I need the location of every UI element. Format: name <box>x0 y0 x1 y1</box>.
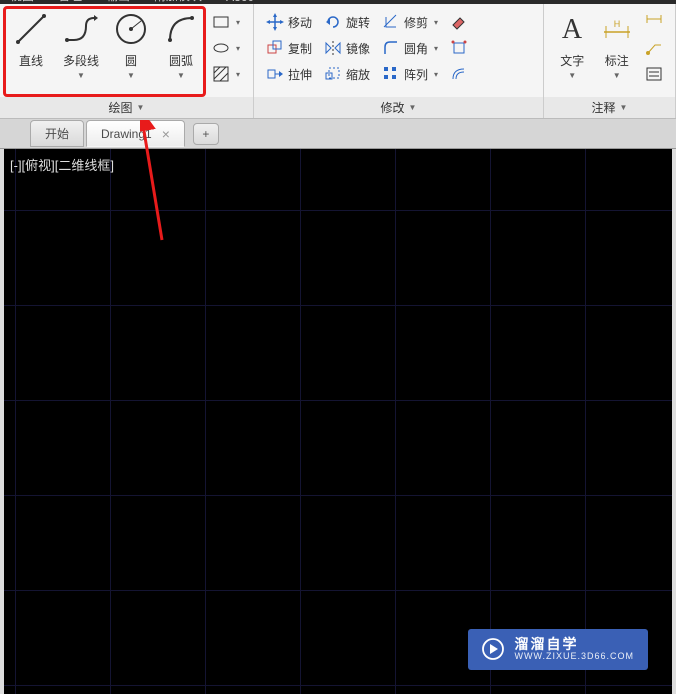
offset-icon <box>450 65 468 83</box>
watermark-title: 溜溜自学 <box>514 637 634 652</box>
chevron-down-icon: ▼ <box>137 103 145 112</box>
mtext-icon <box>645 65 663 83</box>
array-button[interactable]: 阵列 ▾ <box>378 62 442 86</box>
hatch-icon <box>212 65 230 83</box>
ellipse-icon <box>212 39 230 57</box>
polyline-label: 多段线 <box>63 52 99 69</box>
svg-text:H: H <box>614 19 621 29</box>
mirror-button[interactable]: 镜像 <box>320 36 374 60</box>
tab-start[interactable]: 开始 <box>30 120 84 147</box>
play-icon <box>482 638 504 660</box>
rotate-button[interactable]: 旋转 <box>320 10 374 34</box>
line-label: 直线 <box>19 52 43 69</box>
copy-button[interactable]: 复制 <box>262 36 316 60</box>
circle-label: 圆 <box>125 52 137 69</box>
rectangle-icon <box>212 13 230 31</box>
draw-panel: 直线 多段线 ▼ 圆 ▼ 圆弧 ▼ <box>0 4 254 118</box>
arc-label: 圆弧 <box>169 52 193 69</box>
mirror-icon <box>324 39 342 57</box>
drawing-canvas[interactable]: [-][俯视][二维线框] 溜溜自学 WWW.ZIXUE.3D66.COM <box>0 149 676 694</box>
draw-panel-title[interactable]: 绘图 ▼ <box>0 97 253 118</box>
annotate-panel-title[interactable]: 注释 ▼ <box>544 97 675 118</box>
dimension-button[interactable]: H 标注 ▼ <box>595 8 640 93</box>
stretch-icon <box>266 65 284 83</box>
viewport-label[interactable]: [-][俯视][二维线框] <box>10 155 114 174</box>
text-label: 文字 <box>560 52 584 69</box>
erase-button[interactable] <box>446 10 472 34</box>
modify-panel: 移动 复制 拉伸 <box>254 4 544 118</box>
scale-icon <box>324 65 342 83</box>
dimension-label: 标注 <box>605 52 629 69</box>
move-icon <box>266 13 284 31</box>
offset-button[interactable] <box>446 62 472 86</box>
modify-panel-title[interactable]: 修改 ▼ <box>254 97 543 118</box>
chevron-down-icon: ▼ <box>568 71 576 80</box>
chevron-down-icon: ▼ <box>613 71 621 80</box>
circle-button[interactable]: 圆 ▼ <box>106 8 156 93</box>
text-button[interactable]: A 文字 ▼ <box>550 8 595 93</box>
chevron-down-icon: ▼ <box>177 71 185 80</box>
ellipse-button[interactable]: ▾ <box>208 36 244 60</box>
ribbon: 直线 多段线 ▼ 圆 ▼ 圆弧 ▼ <box>0 4 676 119</box>
chevron-down-icon: ▼ <box>620 103 628 112</box>
chevron-down-icon: ▼ <box>127 71 135 80</box>
chevron-down-icon: ▼ <box>409 103 417 112</box>
chevron-down-icon: ▾ <box>434 18 438 27</box>
chevron-down-icon: ▼ <box>77 71 85 80</box>
polyline-button[interactable]: 多段线 ▼ <box>56 8 106 93</box>
table-button[interactable] <box>641 36 667 60</box>
watermark-url: WWW.ZIXUE.3D66.COM <box>514 652 634 662</box>
chevron-down-icon: ▾ <box>434 44 438 53</box>
rectangle-button[interactable]: ▾ <box>208 10 244 34</box>
scale-button[interactable]: 缩放 <box>320 62 374 86</box>
move-button[interactable]: 移动 <box>262 10 316 34</box>
table-icon <box>645 39 663 57</box>
leader-button[interactable] <box>641 10 667 34</box>
mtext-button[interactable] <box>641 62 667 86</box>
chevron-down-icon: ▾ <box>236 18 240 27</box>
stretch-button[interactable]: 拉伸 <box>262 62 316 86</box>
plus-icon: + <box>202 127 209 141</box>
explode-button[interactable] <box>446 36 472 60</box>
tab-drawing[interactable]: Drawing1 × <box>86 120 185 147</box>
watermark: 溜溜自学 WWW.ZIXUE.3D66.COM <box>468 629 648 670</box>
dimension-icon: H <box>598 10 636 48</box>
svg-text:A: A <box>562 14 583 45</box>
text-icon: A <box>553 10 591 48</box>
chevron-down-icon: ▾ <box>434 70 438 79</box>
fillet-button[interactable]: 圆角 ▾ <box>378 36 442 60</box>
polyline-icon <box>62 10 100 48</box>
chevron-down-icon: ▾ <box>236 44 240 53</box>
circle-icon <box>112 10 150 48</box>
array-icon <box>382 65 400 83</box>
new-tab-button[interactable]: + <box>193 123 219 145</box>
arc-icon <box>162 10 200 48</box>
arc-button[interactable]: 圆弧 ▼ <box>156 8 206 93</box>
trim-icon <box>382 13 400 31</box>
explode-icon <box>450 39 468 57</box>
line-button[interactable]: 直线 <box>6 8 56 93</box>
copy-icon <box>266 39 284 57</box>
close-icon[interactable]: × <box>162 126 170 142</box>
line-icon <box>12 10 50 48</box>
rotate-icon <box>324 13 342 31</box>
annotate-panel: A 文字 ▼ H 标注 ▼ <box>544 4 676 118</box>
chevron-down-icon: ▾ <box>236 70 240 79</box>
trim-button[interactable]: 修剪 ▾ <box>378 10 442 34</box>
hatch-button[interactable]: ▾ <box>208 62 244 86</box>
tab-strip: 开始 Drawing1 × + <box>0 119 676 149</box>
leader-icon <box>645 13 663 31</box>
fillet-icon <box>382 39 400 57</box>
erase-icon <box>450 13 468 31</box>
